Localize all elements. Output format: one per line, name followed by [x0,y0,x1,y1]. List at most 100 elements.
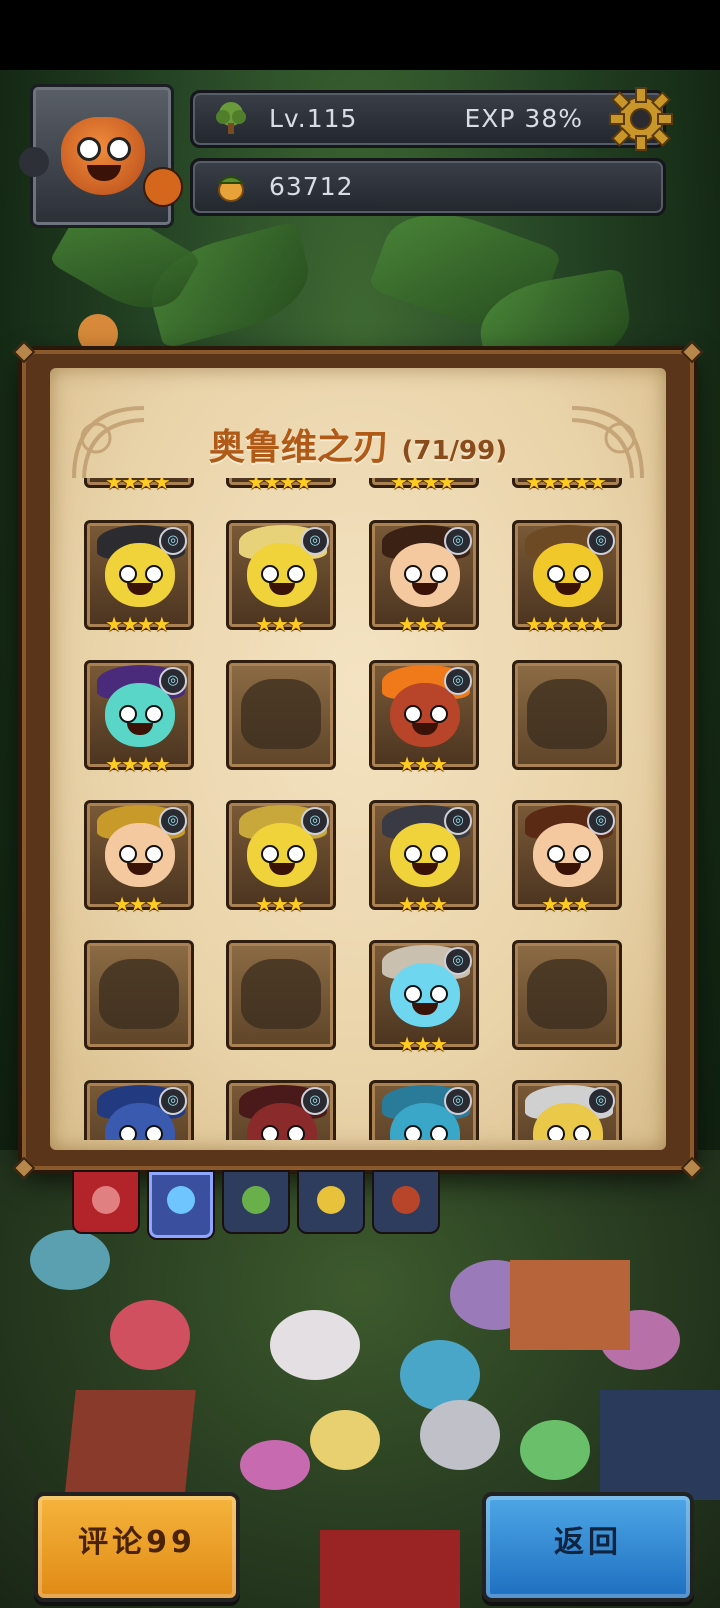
level-bar: Lv.115 EXP 38% [190,90,666,148]
hero-eye [287,845,305,863]
background-fruit [78,314,118,354]
hero-slot-locked[interactable] [84,940,196,1052]
hero-eye [573,565,591,583]
hero-eye [404,985,422,1003]
village-house [510,1260,630,1350]
hero-slot[interactable]: ◎ ★★★★ [84,660,196,776]
hero-eye [404,845,422,863]
village-creature [420,1400,500,1470]
hero-eye [430,565,448,583]
village-house [600,1390,720,1500]
hero-slot[interactable]: ◎ ★★★ [369,940,481,1056]
star-rating: ★★★★ [247,478,313,494]
hero-grid[interactable]: ★★★★ ★★★★ ★★★★ ★★★★★ ◎ ★★★★ ◎ ★★★ ◎ ★★★ ◎ ★★★★★ ◎ ★★★… [50,478,666,1140]
hero-slot-locked[interactable] [226,660,338,772]
gear-icon[interactable] [608,86,674,152]
star-rating: ★★★★ [105,612,171,636]
hero-mouth [269,863,295,875]
panel-parchment: 奥鲁维之刃 (71/99) ★★★★ ★★★★ ★★★★ ★★★★★ ◎ ★★★★ ◎ ★★★… [50,368,666,1150]
hero-eye [547,1125,565,1140]
hero-mouth [412,863,438,875]
hero-eye [261,1125,279,1140]
hero-tile-frame [512,940,622,1050]
hero-eye [573,1125,591,1140]
hero-mouth [555,863,581,875]
hero-eye [547,565,565,583]
faction-emblem-icon [92,1186,120,1214]
avatar-mouth [87,165,121,181]
village-carpet [320,1530,460,1608]
tab-green[interactable] [222,1170,290,1234]
currency-text: 63712 [269,172,354,201]
hero-tile-frame: ◎ [84,1080,194,1140]
hero-mouth [412,583,438,595]
hero-slot[interactable]: ◎ ★★★ [226,520,338,636]
hero-silhouette [241,959,321,1029]
level-text: Lv.115 [269,104,358,133]
hero-eye [119,705,137,723]
currency-bar: 63712 [190,158,666,216]
tab-darkred[interactable] [372,1170,440,1234]
element-badge-icon: ◎ [587,807,615,835]
hero-eye [430,705,448,723]
hero-slot-locked[interactable] [512,940,624,1052]
hero-slot[interactable]: ★★★★ [369,478,481,494]
hero-slot[interactable]: ◎ [84,1080,196,1140]
hero-mouth [412,1003,438,1015]
hero-eye [261,845,279,863]
village-creature [520,1420,590,1480]
hero-mouth [555,583,581,595]
hero-eye [573,845,591,863]
hero-silhouette [99,959,179,1029]
hero-slot[interactable]: ★★★★ [84,478,196,494]
hero-mouth [127,583,153,595]
hero-slot[interactable]: ◎ ★★★ [512,800,624,916]
comment-button[interactable]: 评论99 [34,1492,240,1602]
collection-name: 奥鲁维之刃 [208,426,389,468]
collection-panel: 奥鲁维之刃 (71/99) ★★★★ ★★★★ ★★★★ ★★★★★ ◎ ★★★★ ◎ ★★★… [12,340,704,1180]
tab-red[interactable] [72,1170,140,1234]
star-rating: ★★★ [541,892,591,916]
star-rating: ★★★ [398,1032,448,1056]
faction-emblem-icon [167,1186,195,1214]
hero-slot[interactable]: ◎ ★★★ [369,520,481,636]
hero-mouth [412,723,438,735]
element-badge-icon: ◎ [587,527,615,555]
hero-eye [404,705,422,723]
hero-tile-frame [512,660,622,770]
hero-eye [430,985,448,1003]
hero-slot[interactable]: ◎ ★★★ [369,660,481,776]
hero-slot[interactable]: ◎ ★★★★★ [512,520,624,636]
star-rating: ★★★★ [105,752,171,776]
hero-slot[interactable]: ◎ ★★★ [226,800,338,916]
hero-eye [261,565,279,583]
hero-tile-frame [84,940,194,1050]
village-creature [240,1440,310,1490]
hero-slot-locked[interactable] [226,940,338,1052]
player-avatar[interactable] [19,84,183,228]
hero-mouth [127,863,153,875]
tab-yellow[interactable] [297,1170,365,1234]
collection-count: (71/99) [401,436,508,466]
hero-slot[interactable]: ★★★★★ [512,478,624,494]
avatar-character [61,117,145,195]
hero-slot[interactable]: ◎ [226,1080,338,1140]
back-button[interactable]: 返回 [482,1492,694,1602]
star-rating: ★★★ [255,892,305,916]
hero-slot[interactable]: ★★★★ [226,478,338,494]
hero-slot[interactable]: ◎ ★★★ [369,800,481,916]
hero-eye [287,565,305,583]
element-badge-icon: ◎ [444,947,472,975]
avatar-eye [77,137,101,161]
hero-slot-locked[interactable] [512,660,624,772]
hero-tile-frame [226,660,336,770]
hero-slot[interactable]: ◎ ★★★ [84,800,196,916]
village-creature [30,1230,110,1290]
hero-slot[interactable]: ◎ [512,1080,624,1140]
star-rating: ★★★★★ [525,612,607,636]
hero-eye [430,1125,448,1140]
element-badge-icon: ◎ [301,807,329,835]
tab-blue[interactable] [147,1170,215,1240]
hero-slot[interactable]: ◎ [369,1080,481,1140]
hero-slot[interactable]: ◎ ★★★★ [84,520,196,636]
